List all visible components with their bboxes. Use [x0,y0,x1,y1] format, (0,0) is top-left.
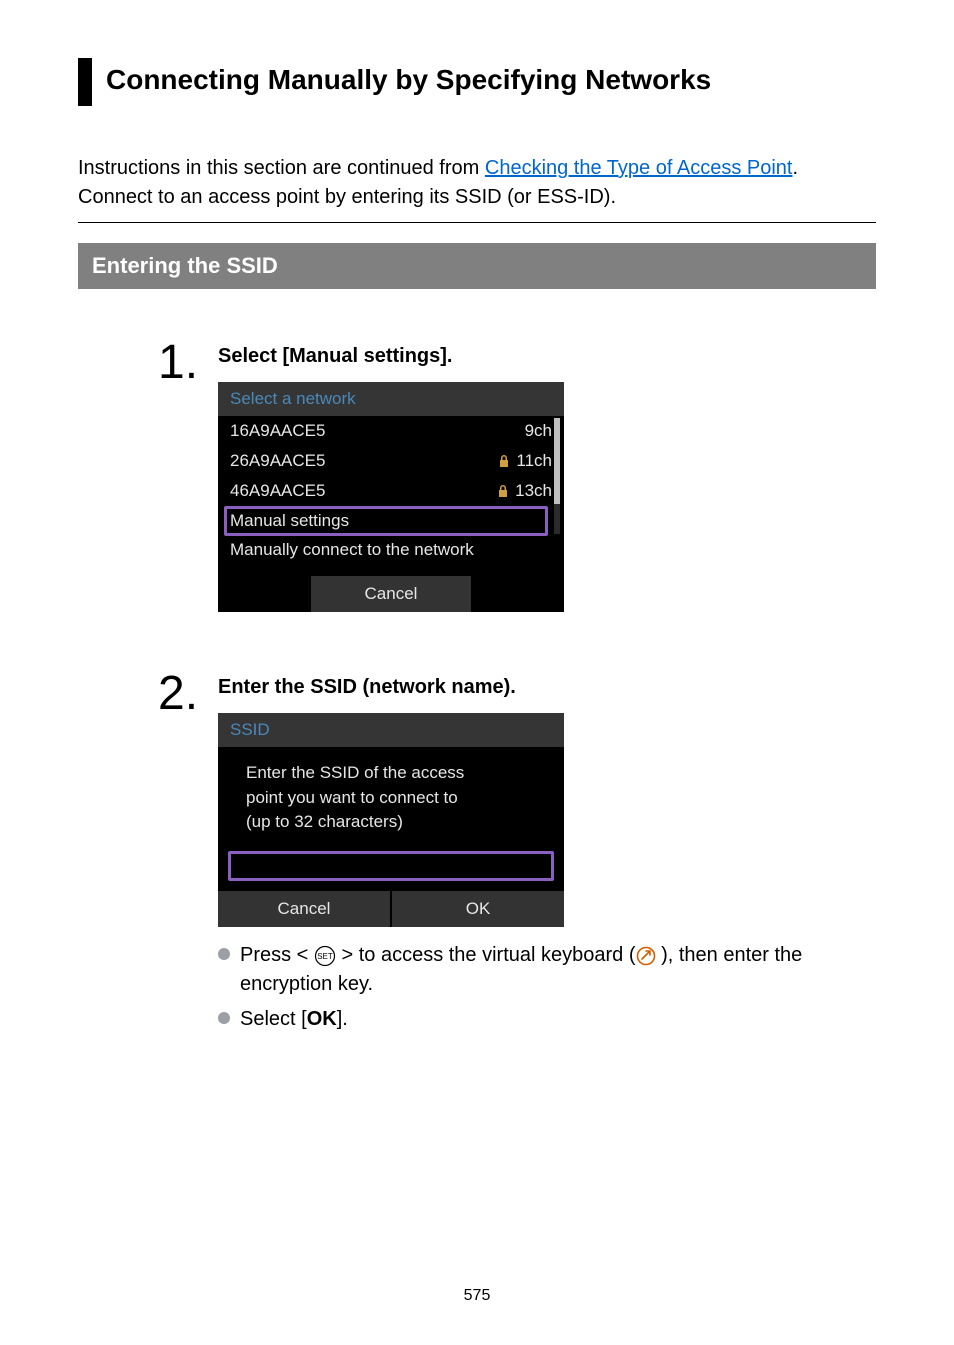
link-virtual-keyboard[interactable] [636,946,656,966]
bullet-text: Select [OK]. [240,1005,348,1034]
lock-icon [498,454,510,468]
title-text: Connecting Manually by Specifying Networ… [106,58,876,106]
step-1: 1. Select [Manual settings]. Select a ne… [158,339,876,620]
bullet-item: Press < SET > to access the virtual keyb… [218,941,876,999]
link-checking-access-point[interactable]: Checking the Type of Access Point [485,157,793,179]
device1-description: Manually connect to the network [218,536,564,570]
step-1-number: 1. [158,339,218,620]
list-item: 46A9AACE5 13ch [218,476,564,506]
ssid-label: 46A9AACE5 [230,481,325,501]
device2-cancel-button: Cancel [218,891,390,927]
bullet-dot-icon [218,948,230,960]
set-button-icon: SET [314,945,336,967]
device1-header: Select a network [218,382,564,416]
bullet-item: Select [OK]. [218,1005,876,1034]
step-2-number: 2. [158,670,218,1040]
step-2: 2. Enter the SSID (network name). SSID E… [158,670,876,1040]
device-screen-ssid: SSID Enter the SSID of the access point … [218,713,564,927]
channel-label: 9ch [525,421,552,441]
divider [78,222,876,223]
page-number: 575 [0,1287,954,1305]
device1-scrollbar-thumb [554,418,560,504]
ok-bold: OK [307,1008,337,1030]
lock-icon [497,484,509,498]
channel-text: 13ch [515,481,552,501]
list-item: 16A9AACE5 9ch [218,416,564,446]
intro-suffix: . [792,157,798,179]
step-1-title: Select [Manual settings]. [218,345,876,368]
list-item: 26A9AACE5 11ch [218,446,564,476]
device-screen-select-network: Select a network 16A9AACE5 9ch 26A9AACE5 [218,382,564,612]
intro-prefix: Instructions in this section are continu… [78,157,485,179]
channel-text: 9ch [525,421,552,441]
body-line2: point you want to connect to [246,788,458,807]
device2-input-wrap [218,851,564,891]
ssid-label: 16A9AACE5 [230,421,325,441]
subheading: Entering the SSID [78,243,876,289]
step-2-title: Enter the SSID (network name). [218,676,876,699]
svg-text:SET: SET [317,952,333,961]
bullet-dot-icon [218,1012,230,1024]
body-line3: (up to 32 characters) [246,812,403,831]
intro-paragraph: Instructions in this section are continu… [78,154,876,212]
highlight-label: Manual settings [230,511,349,531]
device2-header: SSID [218,713,564,747]
device2-ssid-input [228,851,554,881]
device1-highlighted-item: Manual settings [218,506,564,536]
device2-button-row: Cancel OK [218,891,564,927]
bullet-text: Press < SET > to access the virtual keyb… [240,941,876,999]
intro-line2: Connect to an access point by entering i… [78,186,616,208]
body-line1: Enter the SSID of the access [246,763,464,782]
device1-cancel-button: Cancel [311,576,471,612]
channel-label: 13ch [497,481,552,501]
step-2-bullets: Press < SET > to access the virtual keyb… [218,941,876,1034]
device1-network-list: 16A9AACE5 9ch 26A9AACE5 11ch [218,416,564,570]
device2-ok-button: OK [392,891,564,927]
title-accent-bar [78,58,92,106]
channel-label: 11ch [498,451,552,471]
channel-text: 11ch [516,451,552,471]
device2-body-text: Enter the SSID of the access point you w… [218,747,564,851]
section-title: Connecting Manually by Specifying Networ… [78,58,876,106]
ssid-label: 26A9AACE5 [230,451,325,471]
